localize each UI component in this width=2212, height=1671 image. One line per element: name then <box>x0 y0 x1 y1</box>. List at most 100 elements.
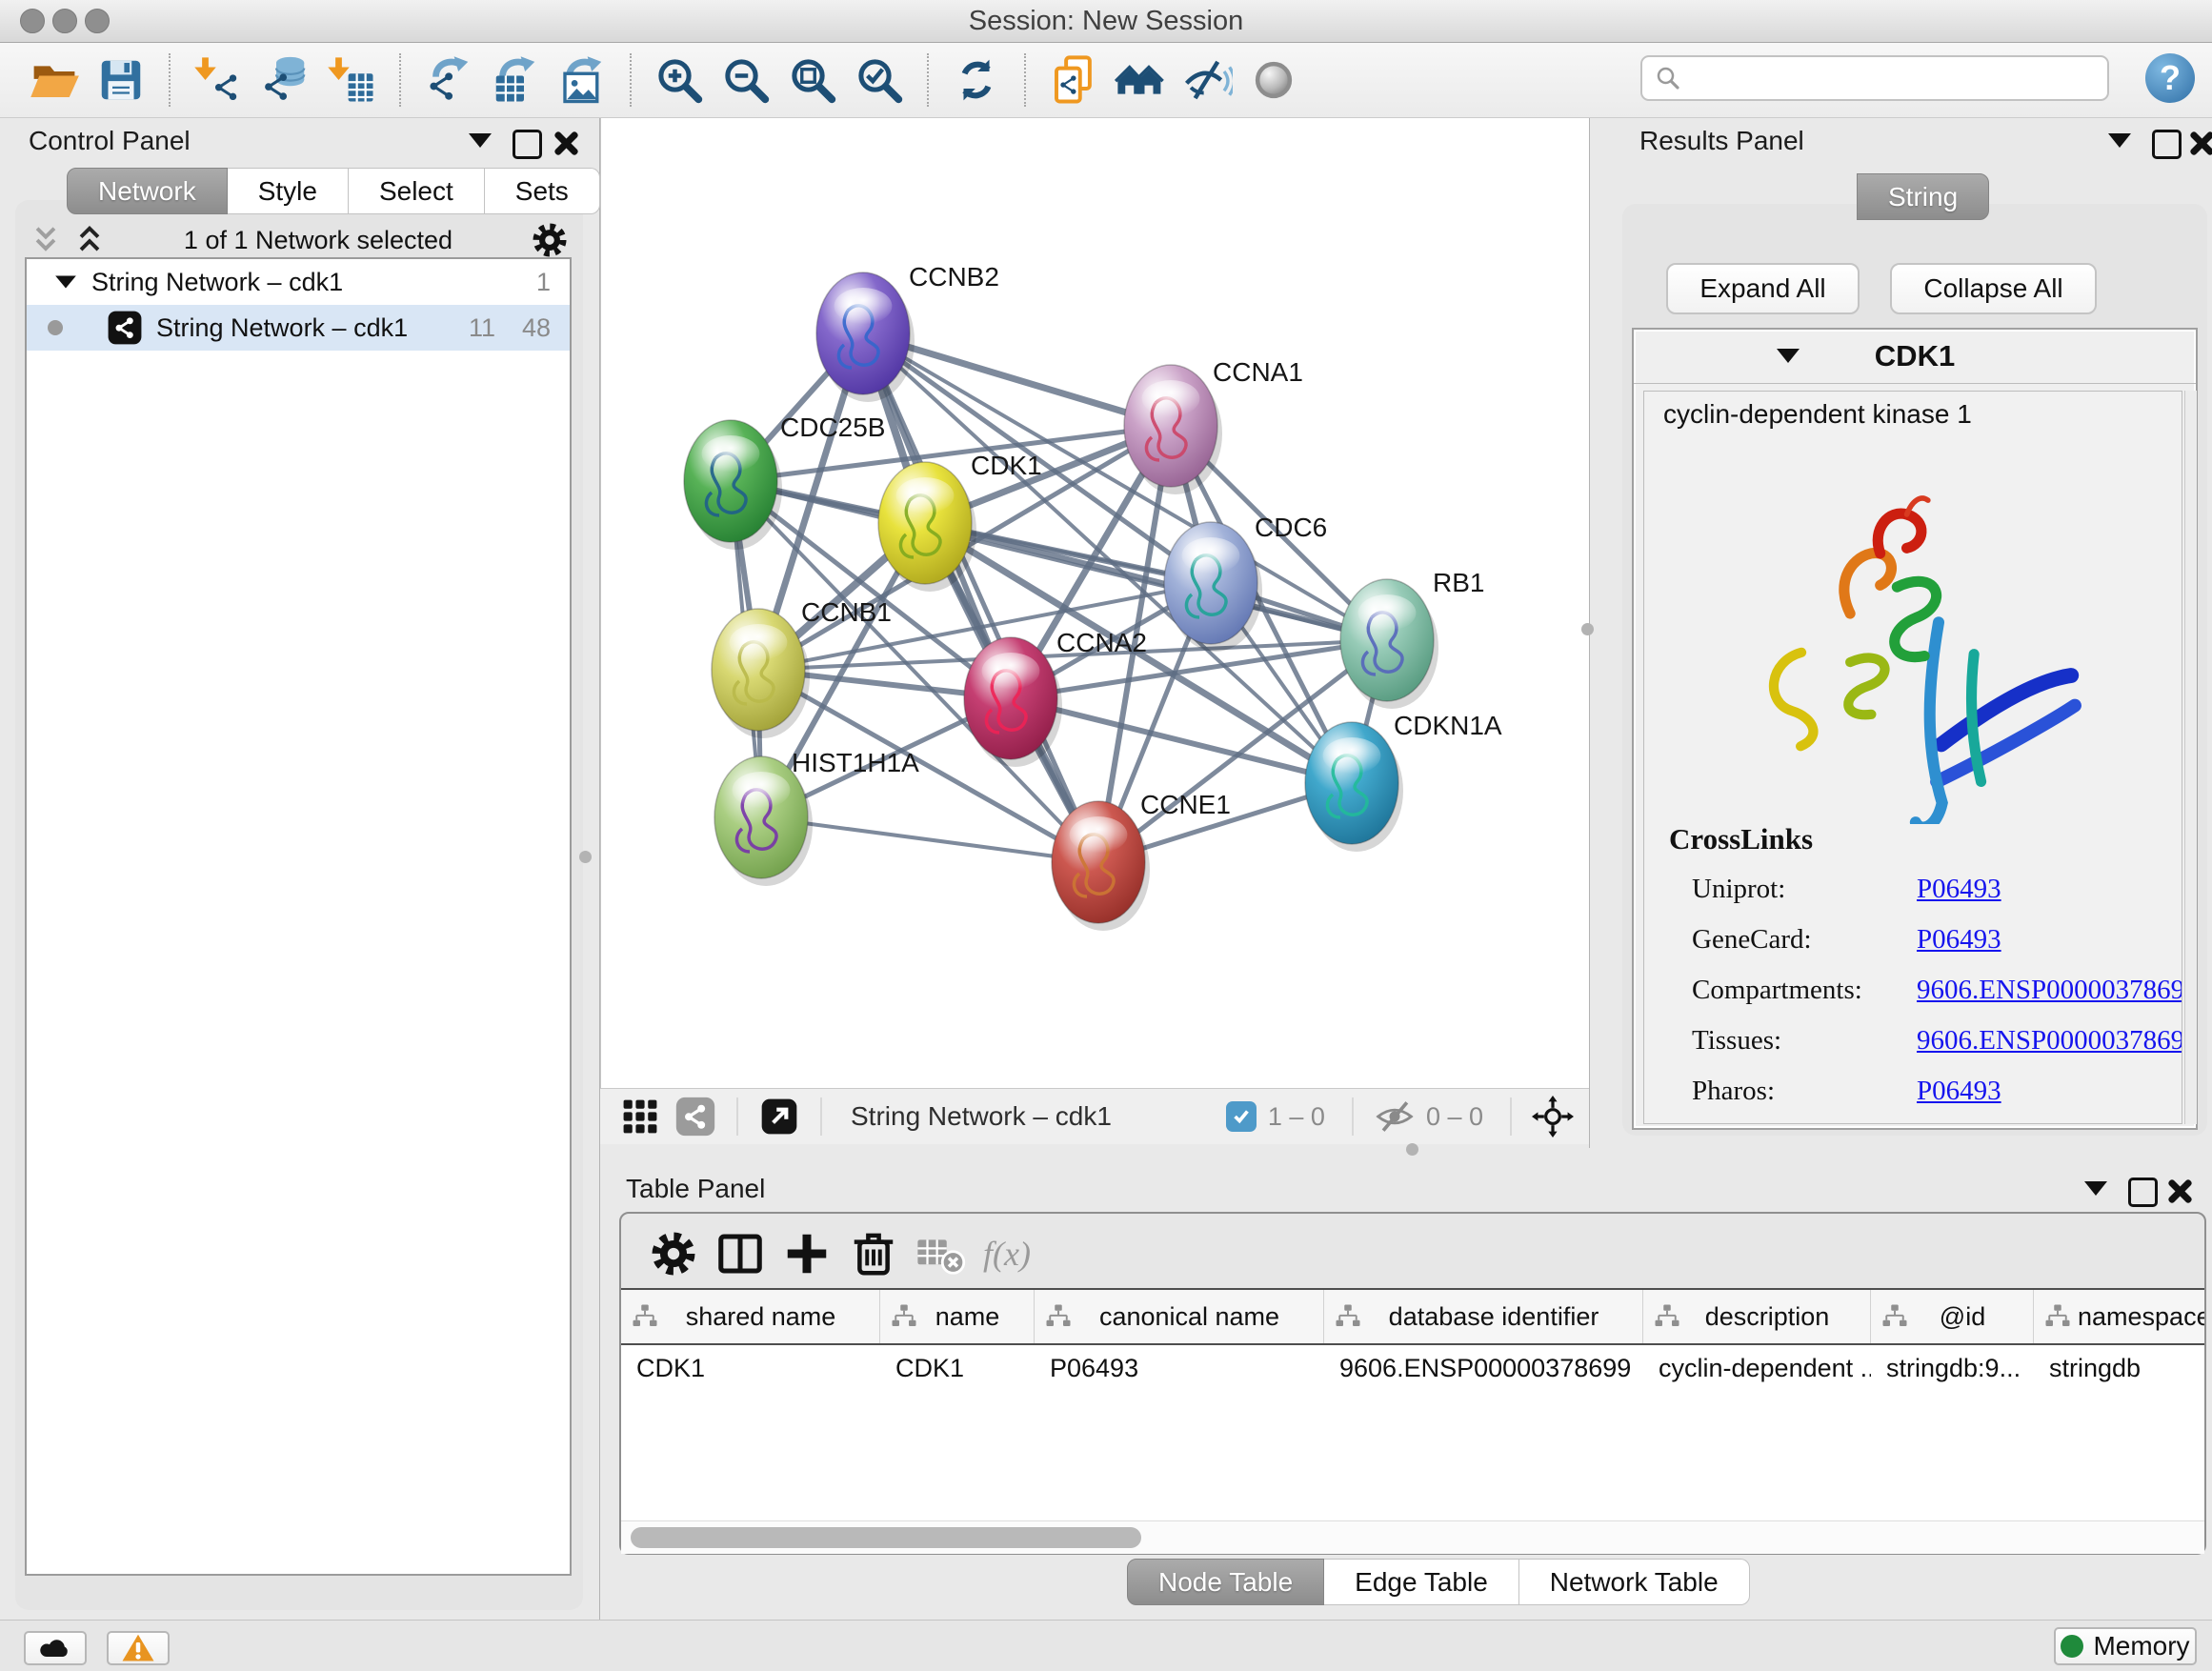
results-panel-title: Results Panel <box>1639 126 1804 156</box>
network-node[interactable]: RB1 <box>1340 568 1484 709</box>
search-input[interactable] <box>1690 63 2107 94</box>
network-node[interactable]: CDK1 <box>878 451 1042 592</box>
tab-select[interactable]: Select <box>349 168 485 214</box>
network-options-gear-icon[interactable] <box>530 220 570 260</box>
crosslink-value-link[interactable]: 9606.ENSP00000378699 <box>1917 975 2182 1006</box>
help-button[interactable]: ? <box>2145 53 2195 103</box>
tab-string[interactable]: String <box>1857 173 1989 220</box>
network-collection-row[interactable]: String Network – cdk1 1 <box>27 259 570 305</box>
import-network-database-icon[interactable] <box>256 51 313 109</box>
column-header-description[interactable]: description <box>1643 1290 1871 1343</box>
import-table-file-icon[interactable] <box>323 51 380 109</box>
table-cell[interactable]: cyclin-dependent ... <box>1643 1345 1871 1391</box>
results-panel-close-icon[interactable] <box>2188 130 2212 156</box>
copy-network-icon[interactable] <box>1045 51 1102 109</box>
toggle-glass-icon[interactable] <box>1245 51 1302 109</box>
tab-style[interactable]: Style <box>228 168 349 214</box>
control-panel-close-icon[interactable] <box>553 130 579 156</box>
export-network-icon[interactable] <box>420 51 477 109</box>
network-row[interactable]: String Network – cdk1 11 48 <box>27 305 570 351</box>
cloud-icon[interactable] <box>24 1631 87 1665</box>
crosslink-value-link[interactable]: P06493 <box>1917 1076 2001 1107</box>
warning-icon[interactable] <box>107 1631 170 1665</box>
results-panel-float-icon[interactable] <box>2152 130 2182 159</box>
node-card-header[interactable]: CDK1 <box>1634 330 2196 384</box>
crosslink-value-link[interactable]: 9606.ENSP00000378699 <box>1917 1025 2182 1057</box>
show-columns-icon[interactable] <box>712 1225 769 1282</box>
network-node[interactable]: CDC6 <box>1164 513 1327 652</box>
column-header-namespace[interactable]: namespace <box>2034 1290 2204 1343</box>
column-header-canonical-name[interactable]: canonical name <box>1035 1290 1324 1343</box>
equation-builder-icon[interactable]: f(x) <box>978 1225 1036 1282</box>
table-cell[interactable]: stringdb <box>2034 1345 2204 1391</box>
network-node-label: CCNA2 <box>1056 628 1147 657</box>
table-cell[interactable]: CDK1 <box>621 1345 880 1391</box>
expand-all-chevron-icon[interactable] <box>72 222 107 258</box>
zoom-out-icon[interactable] <box>717 51 774 109</box>
table-cell[interactable]: CDK1 <box>880 1345 1035 1391</box>
column-header-database-identifier[interactable]: database identifier <box>1324 1290 1643 1343</box>
crosslink-value-link[interactable]: P06493 <box>1917 924 2001 956</box>
delete-table-icon[interactable] <box>912 1225 969 1282</box>
network-node[interactable]: HIST1H1A <box>714 748 919 886</box>
delete-column-icon[interactable] <box>845 1225 902 1282</box>
network-graph[interactable]: CCNB2 CCNA1 CDC25BCDK1 CDC6RB1 CCNB1 CCNA2 CDK… <box>601 118 1590 1088</box>
expand-all-button[interactable]: Expand All <box>1666 263 1860 314</box>
network-node[interactable]: CCNB1 <box>712 597 892 738</box>
selected-checkbox-icon[interactable] <box>1226 1101 1257 1132</box>
collection-expand-icon[interactable] <box>53 273 78 291</box>
column-settings-icon[interactable] <box>645 1225 702 1282</box>
table-hscrollbar-thumb[interactable] <box>631 1527 1141 1548</box>
table-panel-float-icon[interactable] <box>2128 1178 2158 1207</box>
grid-view-icon[interactable] <box>617 1094 663 1139</box>
apply-layout-icon[interactable] <box>948 51 1005 109</box>
table-panel-close-icon[interactable] <box>2166 1178 2193 1204</box>
external-link-icon[interactable] <box>756 1094 802 1139</box>
create-column-icon[interactable] <box>778 1225 835 1282</box>
crosslink-value-link[interactable]: P06493 <box>1917 874 2001 905</box>
table-row[interactable]: CDK1CDK1P064939606.ENSP00000378699cyclin… <box>621 1345 2204 1391</box>
results-panel-menu-icon[interactable] <box>2108 133 2131 148</box>
export-image-icon[interactable] <box>553 51 611 109</box>
export-table-icon[interactable] <box>487 51 544 109</box>
column-header-shared-name[interactable]: shared name <box>621 1290 880 1343</box>
toggle-labels-icon[interactable] <box>1178 51 1236 109</box>
network-node[interactable]: CCNB2 <box>816 262 999 402</box>
zoom-in-icon[interactable] <box>651 51 708 109</box>
network-node[interactable]: CDKN1A <box>1305 711 1502 852</box>
tab-node-table[interactable]: Node Table <box>1127 1559 1324 1605</box>
zoom-fit-icon[interactable] <box>784 51 841 109</box>
right-splitter-handle[interactable] <box>1581 623 1594 635</box>
control-panel-menu-icon[interactable] <box>469 133 492 148</box>
left-splitter-handle[interactable] <box>579 851 592 863</box>
tab-sets[interactable]: Sets <box>485 168 600 214</box>
birds-eye-view-icon[interactable] <box>673 1094 718 1139</box>
tab-edge-table[interactable]: Edge Table <box>1324 1559 1519 1605</box>
network-edge[interactable] <box>863 333 1098 862</box>
open-session-icon[interactable] <box>26 51 83 109</box>
control-panel-float-icon[interactable] <box>513 130 542 159</box>
table-cell[interactable]: stringdb:9... <box>1871 1345 2034 1391</box>
import-network-file-icon[interactable] <box>190 51 247 109</box>
network-node[interactable]: CCNA1 <box>1124 357 1303 494</box>
fit-content-crosshair-icon[interactable] <box>1530 1094 1576 1139</box>
collapse-all-chevron-icon[interactable] <box>29 222 63 258</box>
results-vertical-scrollbar[interactable] <box>2184 391 2197 1124</box>
network-node[interactable]: CDC25B <box>684 413 885 550</box>
save-session-icon[interactable] <box>92 51 150 109</box>
string-query-icon[interactable] <box>1112 51 1169 109</box>
tab-network[interactable]: Network <box>67 168 228 214</box>
table-panel-menu-icon[interactable] <box>2084 1181 2107 1196</box>
tab-network-table[interactable]: Network Table <box>1519 1559 1750 1605</box>
network-canvas[interactable]: CCNB2 CCNA1 CDC25BCDK1 CDC6RB1 CCNB1 CCNA2 CDK… <box>600 118 1589 1088</box>
table-cell[interactable]: P06493 <box>1035 1345 1324 1391</box>
memory-button[interactable]: Memory <box>2054 1627 2197 1665</box>
bottom-splitter-handle[interactable] <box>1406 1143 1418 1156</box>
table-cell[interactable]: 9606.ENSP00000378699 <box>1324 1345 1643 1391</box>
collapse-all-button[interactable]: Collapse All <box>1890 263 2097 314</box>
zoom-selected-icon[interactable] <box>851 51 908 109</box>
network-node[interactable]: CCNE1 <box>1052 790 1231 931</box>
column-header-name[interactable]: name <box>880 1290 1035 1343</box>
toolbar-separator <box>399 53 401 107</box>
column-header-@id[interactable]: @id <box>1871 1290 2034 1343</box>
